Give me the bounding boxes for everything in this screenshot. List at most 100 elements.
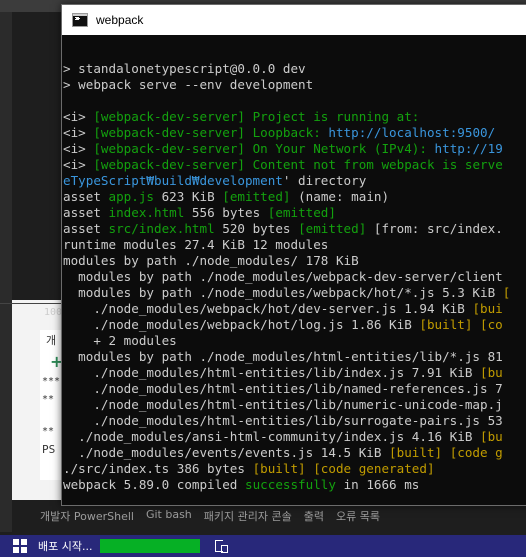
console-text: ./node_modules/events/events.js 14.5 KiB xyxy=(63,445,390,460)
deploy-progress-bar xyxy=(100,539,201,553)
console-text: <i> xyxy=(63,109,94,124)
console-output[interactable]: > standalonetypescript@0.0.0 dev > webpac… xyxy=(62,35,526,493)
console-text: asset xyxy=(63,221,109,236)
ide-masked-text: *** xyxy=(42,376,61,387)
command-prompt-icon xyxy=(72,13,88,27)
console-line: > webpack serve --env development xyxy=(62,77,526,93)
console-line: ./node_modules/html-entities/lib/named-r… xyxy=(62,381,526,397)
console-text: runtime modules 27.4 KiB 12 modules xyxy=(63,237,329,252)
deploy-status-label: 배포 시작... xyxy=(38,540,93,553)
console-text: asset xyxy=(63,205,109,220)
console-text: [bu xyxy=(480,429,503,444)
console-text: ./node_modules/webpack/hot/log.js 1.86 K… xyxy=(63,317,420,332)
ide-divider xyxy=(0,303,62,304)
console-text: [built] [code g xyxy=(389,445,503,460)
console-line: ./src/index.ts 386 bytes [built] [code g… xyxy=(62,461,526,477)
ide-masked-text: ** xyxy=(42,426,55,437)
ide-bottom-tabs: 개발자 PowerShell Git bash 패키지 관리자 콘솔 출력 오류… xyxy=(40,508,380,524)
console-text: [bu xyxy=(480,365,503,380)
console-line: <i> [webpack-dev-server] On Your Network… xyxy=(62,141,526,157)
windows-logo-icon[interactable] xyxy=(13,539,27,553)
console-text: [webpack-dev-server] Project is running … xyxy=(93,109,420,124)
console-text: modules by path ./node_modules/webpack/h… xyxy=(63,285,503,300)
console-line: <i> [webpack-dev-server] Project is runn… xyxy=(62,109,526,125)
window-title: webpack xyxy=(96,13,144,27)
console-line: ./node_modules/html-entities/lib/surroga… xyxy=(62,413,526,429)
console-text: [webpack-dev-server] On Your Network (IP… xyxy=(93,141,435,156)
console-text: <i> xyxy=(63,125,94,140)
console-line: ./node_modules/ansi-html-community/index… xyxy=(62,429,526,445)
console-text: app.js xyxy=(108,189,155,204)
console-line: asset app.js 623 KiB [emitted] (name: ma… xyxy=(62,189,526,205)
output-window-icon[interactable] xyxy=(214,539,229,553)
console-line: eTypeScript₩build₩development' directory xyxy=(62,173,526,189)
console-text: ./node_modules/webpack/hot/dev-server.js… xyxy=(63,301,473,316)
console-text: [webpack-dev-server] Loopback: xyxy=(93,125,329,140)
console-text: modules by path ./node_modules/webpack-d… xyxy=(63,269,503,284)
terminal-window[interactable]: webpack > standalonetypescript@0.0.0 dev… xyxy=(61,4,526,506)
console-line: <i> [webpack-dev-server] Loopback: http:… xyxy=(62,125,526,141)
progress-fill xyxy=(100,539,201,553)
console-line: asset src/index.html 520 bytes [emitted]… xyxy=(62,221,526,237)
ide-masked-text: ** xyxy=(42,394,55,405)
console-text: successfully xyxy=(244,477,336,492)
console-text: modules by path ./node_modules/ 178 KiB xyxy=(63,253,359,268)
console-text: webpack 5.89.0 compiled xyxy=(63,477,245,492)
console-text: eTypeScript₩build₩development xyxy=(63,173,283,188)
tab-developer-powershell[interactable]: 개발자 PowerShell xyxy=(40,508,134,524)
console-text: index.html xyxy=(108,205,185,220)
console-text: [built] [co xyxy=(419,317,503,332)
console-text: [emitted] xyxy=(298,221,367,236)
console-line: ./node_modules/events/events.js 14.5 KiB… xyxy=(62,445,526,461)
taskbar: 배포 시작... xyxy=(0,535,526,557)
console-text: modules by path ./node_modules/html-enti… xyxy=(63,349,503,364)
console-line: <i> [webpack-dev-server] Content not fro… xyxy=(62,157,526,173)
console-text: 623 KiB xyxy=(154,189,223,204)
console-text: > webpack serve --env development xyxy=(63,77,314,92)
console-text: + 2 modules xyxy=(63,333,177,348)
console-text: <i> xyxy=(63,141,94,156)
ide-line-number: 100 xyxy=(44,307,63,318)
console-text: (name: main) xyxy=(290,189,390,204)
ide-label: 개 xyxy=(46,334,57,347)
console-line: modules by path ./node_modules/webpack/h… xyxy=(62,285,526,301)
console-line: modules by path ./node_modules/ 178 KiB xyxy=(62,253,526,269)
console-text: ./node_modules/html-entities/lib/named-r… xyxy=(63,381,503,396)
console-line: modules by path ./node_modules/html-enti… xyxy=(62,349,526,365)
console-text: asset xyxy=(63,189,109,204)
console-line: asset index.html 556 bytes [emitted] xyxy=(62,205,526,221)
tab-git-bash[interactable]: Git bash xyxy=(146,508,192,524)
console-text: http://19 xyxy=(434,141,503,156)
console-text: [emitted] xyxy=(267,205,336,220)
ide-prompt-label: PS xyxy=(42,443,56,456)
console-text: ./src/index.ts 386 bytes xyxy=(63,461,253,476)
console-line: ./node_modules/html-entities/lib/index.j… xyxy=(62,365,526,381)
console-line: > standalonetypescript@0.0.0 dev xyxy=(62,61,526,77)
console-text: src/index.html xyxy=(108,221,215,236)
console-text: http://localhost:9500/ xyxy=(328,125,496,140)
console-text: [built] [code generated] xyxy=(252,461,435,476)
console-text: [from: src/index. xyxy=(366,221,503,236)
console-line: webpack 5.89.0 compiled successfully in … xyxy=(62,477,526,493)
console-line: runtime modules 27.4 KiB 12 modules xyxy=(62,237,526,253)
console-text: [bui xyxy=(472,301,503,316)
console-line: + 2 modules xyxy=(62,333,526,349)
console-text: ' directory xyxy=(282,173,367,188)
ide-side-strip xyxy=(0,12,12,532)
tab-package-manager-console[interactable]: 패키지 관리자 콘솔 xyxy=(204,508,292,524)
tab-error-list[interactable]: 오류 목록 xyxy=(336,508,380,524)
console-text: in 1666 ms xyxy=(335,477,420,492)
console-text: > standalonetypescript@0.0.0 dev xyxy=(63,61,306,76)
console-line: ./node_modules/html-entities/lib/numeric… xyxy=(62,397,526,413)
console-line: modules by path ./node_modules/webpack-d… xyxy=(62,269,526,285)
console-text: 520 bytes xyxy=(214,221,299,236)
console-text: ./node_modules/ansi-html-community/index… xyxy=(63,429,481,444)
console-text: ./node_modules/html-entities/lib/numeric… xyxy=(63,397,503,412)
tab-output[interactable]: 출력 xyxy=(304,508,324,524)
terminal-titlebar[interactable]: webpack xyxy=(62,5,526,35)
console-text: <i> xyxy=(63,157,94,172)
console-line: ./node_modules/webpack/hot/log.js 1.86 K… xyxy=(62,317,526,333)
console-text: ./node_modules/html-entities/lib/surroga… xyxy=(63,413,503,428)
